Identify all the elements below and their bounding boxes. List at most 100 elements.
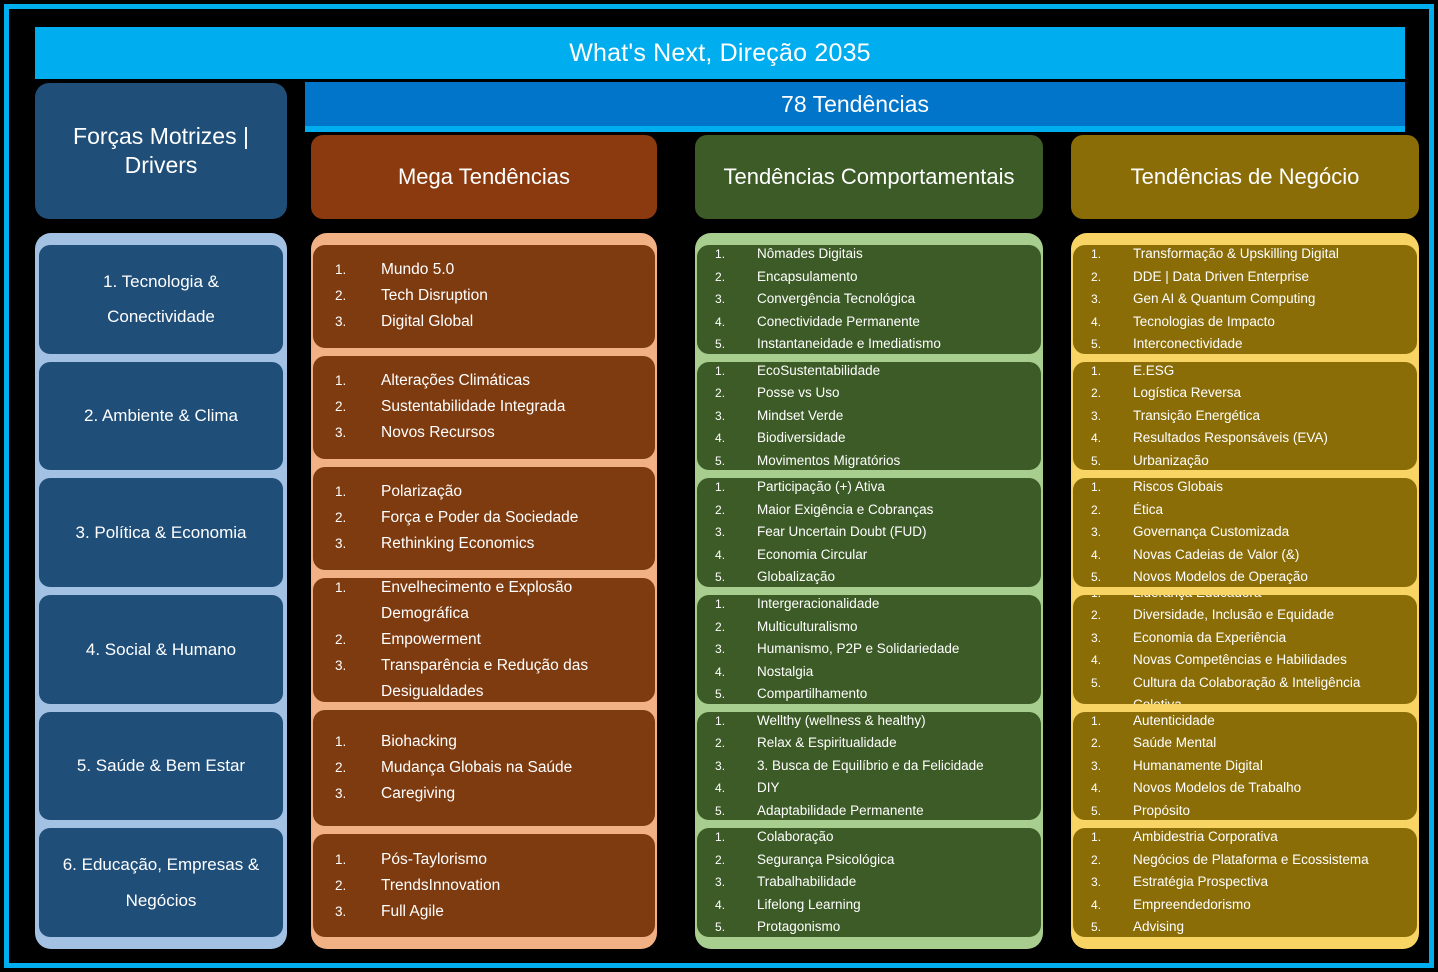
trend-label: Intergeracionalidade bbox=[757, 596, 880, 612]
list-item: Pós-Taylorismo bbox=[319, 847, 649, 873]
trend-label: Empreendedorismo bbox=[1133, 896, 1251, 912]
trend-label: Colaboração bbox=[757, 829, 834, 845]
trend-list: Mundo 5.0 Tech Disruption Digital Global bbox=[319, 257, 649, 335]
trend-label: Convergência Tecnológica bbox=[757, 291, 916, 307]
behavioral-group-5[interactable]: Wellthy (wellness & healthy) Relax & Espi… bbox=[697, 711, 1041, 821]
business-group-6[interactable]: Ambidestria Corporativa Negócios de Plata… bbox=[1073, 828, 1417, 938]
list-item: Humanismo, P2P e Solidariedade bbox=[703, 638, 1035, 661]
mega-group-2[interactable]: Alterações Climáticas Sustentabilidade In… bbox=[313, 355, 655, 459]
list-item: Posse vs Uso bbox=[703, 382, 1035, 405]
list-item: Interconectividade bbox=[1079, 333, 1411, 354]
page-title: What's Next, Direção 2035 bbox=[35, 27, 1405, 79]
column-header-behavioral: Tendências Comportamentais bbox=[695, 135, 1043, 219]
behavioral-group-6[interactable]: Colaboração Segurança Psicológica Trabalha… bbox=[697, 828, 1041, 938]
trend-list: Transformação & Upskilling Digital DDE | … bbox=[1079, 245, 1411, 354]
list-item: Instantaneidade e Imediatismo bbox=[703, 333, 1035, 354]
trend-label: Envelhecimento e Explosão Demográfica bbox=[381, 578, 573, 622]
list-item: Negócios de Plataforma e Ecossistema bbox=[1079, 849, 1411, 872]
driver-item-label: 1. Tecnologia & Conectividade bbox=[103, 271, 219, 327]
trend-list: Participação (+) Ativa Maior Exigência e … bbox=[703, 478, 1035, 587]
business-group-1[interactable]: Transformação & Upskilling Digital DDE | … bbox=[1073, 245, 1417, 354]
trend-label: Maior Exigência e Cobranças bbox=[757, 501, 934, 517]
list-item: Novos Modelos de Trabalho bbox=[1079, 777, 1411, 800]
trend-label: Força e Poder da Sociedade bbox=[381, 509, 579, 527]
driver-item-1[interactable]: 1. Tecnologia & Conectividade bbox=[39, 245, 283, 354]
trend-label: Full Agile bbox=[381, 902, 444, 920]
behavioral-group-2[interactable]: EcoSustentabilidade Posse vs Uso Mindset V… bbox=[697, 361, 1041, 471]
list-item: Novas Cadeias de Valor (&) bbox=[1079, 544, 1411, 567]
list-item: Participação (+) Ativa bbox=[703, 478, 1035, 499]
list-item: Adaptabilidade Permanente bbox=[703, 800, 1035, 821]
list-item: 3. Busca de Equilíbrio e da Felicidade bbox=[703, 755, 1035, 778]
list-item: Biodiversidade bbox=[703, 427, 1035, 450]
trend-label: Advising bbox=[1133, 919, 1185, 935]
list-item: Estratégia Prospectiva bbox=[1079, 871, 1411, 894]
list-item: Saúde Mental bbox=[1079, 732, 1411, 755]
list-item: Força e Poder da Sociedade bbox=[319, 505, 649, 531]
list-item: DIY bbox=[703, 777, 1035, 800]
behavioral-group-4[interactable]: Intergeracionalidade Multiculturalismo Hum… bbox=[697, 595, 1041, 704]
business-group-2[interactable]: E.ESG Logística Reversa Transição Energéti… bbox=[1073, 361, 1417, 471]
list-item: Diversidade, Inclusão e Equidade bbox=[1079, 604, 1411, 627]
trend-label: Gen AI & Quantum Computing bbox=[1133, 291, 1316, 307]
mega-group-4[interactable]: Envelhecimento e Explosão Demográfica Emp… bbox=[313, 577, 655, 703]
mega-group-1[interactable]: Mundo 5.0 Tech Disruption Digital Global bbox=[313, 245, 655, 348]
list-item: Novos Modelos de Operação bbox=[1079, 566, 1411, 587]
business-group-4[interactable]: Liderança Educadora Diversidade, Inclusão… bbox=[1073, 595, 1417, 704]
list-item: Protagonismo bbox=[703, 916, 1035, 937]
trend-label: Polarização bbox=[381, 483, 462, 501]
list-item: Mindset Verde bbox=[703, 405, 1035, 428]
list-item: Cultura da Colaboração & Inteligência Co… bbox=[1079, 672, 1411, 704]
trend-label: Fear Uncertain Doubt (FUD) bbox=[757, 524, 927, 540]
trend-label: Logística Reversa bbox=[1133, 385, 1242, 401]
trend-label: Autenticidade bbox=[1133, 712, 1215, 728]
list-item: Fear Uncertain Doubt (FUD) bbox=[703, 521, 1035, 544]
trend-label: Novas Competências e Habilidades bbox=[1133, 652, 1347, 668]
outer-frame: What's Next, Direção 2035 78 Tendências … bbox=[4, 4, 1434, 968]
list-item: Empowerment bbox=[319, 627, 649, 653]
driver-item-5[interactable]: 5. Saúde & Bem Estar bbox=[39, 711, 283, 821]
trend-label: Trabalhabilidade bbox=[757, 874, 857, 890]
trend-label: Instantaneidade e Imediatismo bbox=[757, 336, 941, 352]
mega-group-3[interactable]: Polarização Força e Poder da Sociedade Ret… bbox=[313, 466, 655, 570]
trend-label: Resultados Responsáveis (EVA) bbox=[1133, 430, 1328, 446]
trend-label: Propósito bbox=[1133, 802, 1191, 818]
business-group-5[interactable]: Autenticidade Saúde Mental Humanamente Dig… bbox=[1073, 711, 1417, 821]
trend-list: EcoSustentabilidade Posse vs Uso Mindset V… bbox=[703, 362, 1035, 471]
trend-list: Liderança Educadora Diversidade, Inclusão… bbox=[1079, 595, 1411, 704]
behavioral-group-1[interactable]: Nômades Digitais Encapsulamento Convergênc… bbox=[697, 245, 1041, 354]
driver-item-6[interactable]: 6. Educação, Empresas & Negócios bbox=[39, 828, 283, 938]
column-header-business: Tendências de Negócio bbox=[1071, 135, 1419, 219]
trend-label: Nostalgia bbox=[757, 663, 814, 679]
list-item: Encapsulamento bbox=[703, 266, 1035, 289]
list-item: Novos Recursos bbox=[319, 420, 649, 446]
trend-label: Riscos Globais bbox=[1133, 479, 1224, 495]
list-item: Mudança Globais na Saúde bbox=[319, 755, 649, 781]
driver-item-2[interactable]: 2. Ambiente & Clima bbox=[39, 361, 283, 471]
trend-label: Globalização bbox=[757, 569, 836, 585]
trend-label: Ambidestria Corporativa bbox=[1133, 829, 1278, 845]
trend-count-label: 78 Tendências bbox=[305, 82, 1405, 126]
list-item: Segurança Psicológica bbox=[703, 849, 1035, 872]
trend-label: Empowerment bbox=[381, 630, 481, 648]
list-item: Colaboração bbox=[703, 828, 1035, 849]
list-item: Relax & Espiritualidade bbox=[703, 732, 1035, 755]
trend-label: Estratégia Prospectiva bbox=[1133, 874, 1269, 890]
column-header-drivers: Forças Motrizes | Drivers bbox=[35, 83, 287, 219]
driver-item-4[interactable]: 4. Social & Humano bbox=[39, 595, 283, 704]
driver-item-label: 6. Educação, Empresas & Negócios bbox=[62, 855, 260, 910]
driver-item-3[interactable]: 3. Política & Economia bbox=[39, 478, 283, 588]
behavioral-group-3[interactable]: Participação (+) Ativa Maior Exigência e … bbox=[697, 478, 1041, 588]
trend-label: DDE | Data Driven Enterprise bbox=[1133, 268, 1310, 284]
trend-label: Protagonismo bbox=[757, 919, 841, 935]
list-item: Governança Customizada bbox=[1079, 521, 1411, 544]
list-item: Envelhecimento e Explosão Demográfica bbox=[319, 578, 649, 627]
trend-label: Relax & Espiritualidade bbox=[757, 735, 897, 751]
business-group-3[interactable]: Riscos Globais Ética Governança Customizad… bbox=[1073, 478, 1417, 588]
list-item: Propósito bbox=[1079, 800, 1411, 821]
trend-label: Novos Modelos de Trabalho bbox=[1133, 780, 1302, 796]
mega-group-5[interactable]: Biohacking Mudança Globais na Saúde Caregi… bbox=[313, 710, 655, 827]
list-item: Sustentabilidade Integrada bbox=[319, 394, 649, 420]
trend-label: Mundo 5.0 bbox=[381, 261, 455, 279]
mega-group-6[interactable]: Pós-Taylorismo TrendsInnovation Full Agile bbox=[313, 834, 655, 937]
